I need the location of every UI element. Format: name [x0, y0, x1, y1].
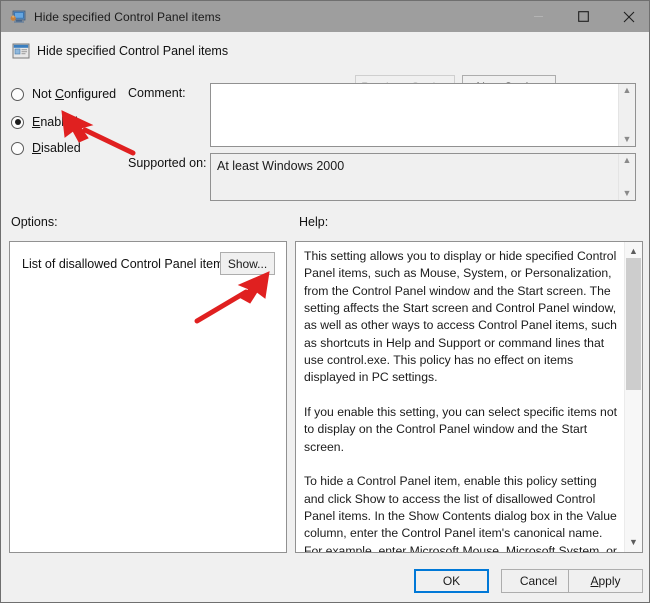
window-controls	[516, 1, 649, 32]
policy-monitor-icon	[10, 9, 26, 25]
radio-dis-accesskey: D	[32, 141, 42, 155]
supported-on-box: At least Windows 2000 ▲ ▼	[210, 153, 636, 201]
radio-en-rest: nabled	[40, 115, 78, 129]
radio-disabled-label: Disabled	[32, 141, 81, 155]
comment-label: Comment:	[128, 86, 186, 100]
group-policy-setting-dialog: Hide specified Control Panel items Hide …	[0, 0, 650, 603]
comment-scrollbar[interactable]: ▲ ▼	[618, 84, 635, 146]
radio-nc-accesskey: C	[54, 87, 64, 101]
setting-header: Hide specified Control Panel items Previ…	[1, 32, 649, 99]
option-row: List of disallowed Control Panel items S…	[10, 252, 286, 278]
scroll-down-icon[interactable]: ▼	[623, 189, 632, 198]
radio-dis-rest: isabled	[41, 141, 81, 155]
help-scrollbar[interactable]: ▲ ▼	[624, 242, 642, 552]
option-item-label: List of disallowed Control Panel items	[22, 257, 230, 271]
setting-name: Hide specified Control Panel items	[37, 44, 229, 58]
apply-accesskey: A	[590, 574, 599, 588]
close-icon[interactable]	[606, 1, 649, 32]
radio-disabled[interactable]: Disabled	[11, 140, 81, 156]
supported-on-label: Supported on:	[128, 156, 207, 170]
window-title: Hide specified Control Panel items	[34, 9, 221, 24]
supported-on-scrollbar[interactable]: ▲ ▼	[618, 154, 635, 200]
apply-label: pply	[598, 574, 621, 588]
options-panel: List of disallowed Control Panel items S…	[9, 241, 287, 553]
minimize-icon[interactable]	[516, 1, 561, 32]
radio-not-configured-label: Not Configured	[32, 87, 116, 101]
radio-enabled-mark[interactable]	[11, 115, 24, 129]
scrollbar-thumb[interactable]	[626, 258, 641, 390]
scroll-up-icon[interactable]: ▲	[623, 156, 632, 165]
supported-on-value: At least Windows 2000	[217, 159, 345, 173]
radio-not-configured-mark[interactable]	[11, 87, 24, 101]
scroll-down-icon[interactable]: ▼	[623, 135, 632, 144]
title-bar: Hide specified Control Panel items	[1, 1, 649, 32]
help-panel: This setting allows you to display or hi…	[295, 241, 643, 553]
options-label: Options:	[11, 215, 58, 229]
help-label: Help:	[299, 215, 329, 229]
radio-enabled[interactable]: Enabled	[11, 114, 78, 130]
radio-nc-prefix: Not	[32, 87, 55, 101]
radio-disabled-mark[interactable]	[11, 141, 24, 155]
apply-button[interactable]: Apply	[568, 569, 643, 593]
radio-enabled-label: Enabled	[32, 115, 78, 129]
comment-textarea[interactable]: ▲ ▼	[210, 83, 636, 147]
scroll-up-icon[interactable]: ▲	[625, 247, 642, 256]
scroll-down-icon[interactable]: ▼	[625, 538, 642, 547]
cancel-button[interactable]: Cancel	[501, 569, 576, 593]
radio-not-configured[interactable]: Not Configured	[11, 86, 116, 102]
group-policy-setting-icon	[12, 42, 30, 60]
maximize-icon[interactable]	[561, 1, 606, 32]
help-text: This setting allows you to display or hi…	[304, 249, 617, 552]
show-button[interactable]: Show...	[220, 252, 275, 275]
ok-button[interactable]: OK	[414, 569, 489, 593]
radio-nc-rest: onfigured	[63, 87, 117, 101]
scroll-up-icon[interactable]: ▲	[623, 86, 632, 95]
comment-value[interactable]	[211, 84, 618, 146]
